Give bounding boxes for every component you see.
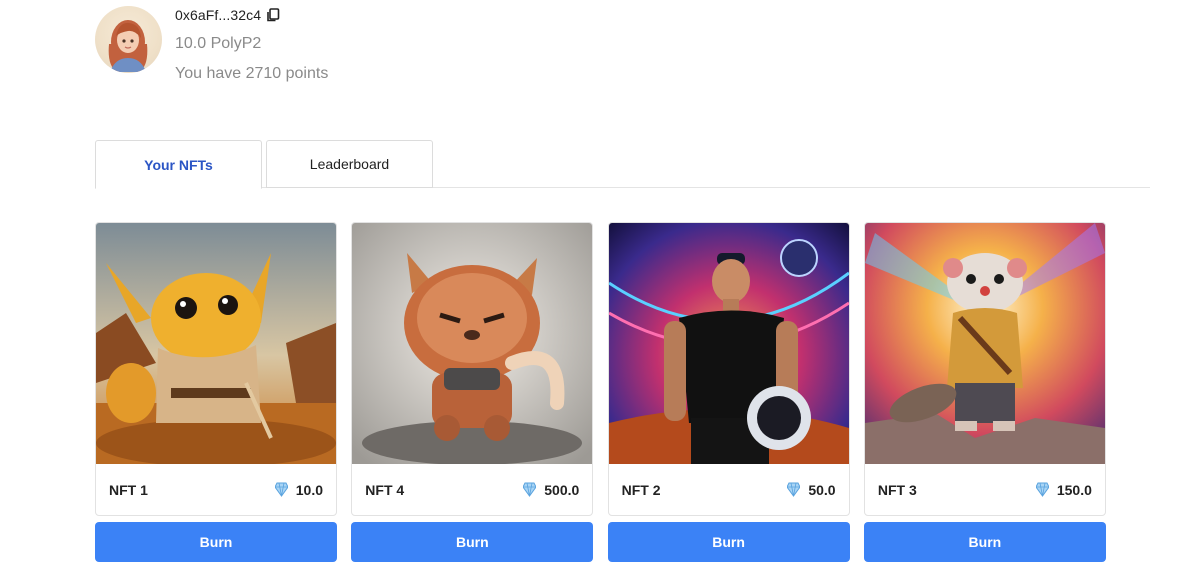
nft-card: NFT 3 150.0 Burn — [863, 222, 1106, 562]
avatar — [95, 6, 162, 73]
nft-name: NFT 1 — [109, 481, 148, 498]
burn-button[interactable]: Burn — [863, 522, 1106, 562]
tab-bar: Your NFTs Leaderboard — [95, 140, 1150, 189]
nft-grid: NFT 1 10.0 Burn NFT 4 500.0 Burn NFT 2 5… — [95, 222, 1106, 562]
profile-header: 0x6aFf...32c4 10.0 PolyP2 You have 2710 … — [95, 6, 328, 85]
nft-card-footer: NFT 2 50.0 — [609, 464, 849, 515]
nft-card-body[interactable]: NFT 2 50.0 — [607, 222, 850, 516]
token-balance: 10.0 PolyP2 — [175, 35, 262, 52]
nft-card: NFT 1 10.0 Burn — [95, 222, 337, 562]
burn-button[interactable]: Burn — [95, 522, 337, 562]
profile-info: 0x6aFf...32c4 10.0 PolyP2 You have 2710 … — [175, 6, 328, 85]
diamond-icon — [1035, 482, 1049, 497]
diamond-icon — [523, 482, 537, 497]
nft-card-footer: NFT 3 150.0 — [865, 464, 1105, 515]
nft-name: NFT 4 — [365, 481, 405, 498]
points-text: You have 2710 points — [175, 65, 329, 82]
nft-image — [608, 223, 849, 464]
nft-card-footer: NFT 1 10.0 — [96, 464, 336, 515]
address-row: 0x6aFf...32c4 — [175, 5, 328, 25]
nft-price: 150.0 — [1035, 481, 1092, 498]
tab-your-nfts[interactable]: Your NFTs — [95, 140, 262, 189]
tab-leaderboard[interactable]: Leaderboard — [266, 140, 433, 188]
nft-card-body[interactable]: NFT 4 500.0 — [351, 222, 594, 516]
nft-name: NFT 2 — [621, 481, 661, 498]
wallet-address: 0x6aFf...32c4 — [175, 7, 262, 23]
nft-image — [864, 223, 1105, 464]
nft-image — [96, 223, 336, 464]
nft-card-footer: NFT 4 500.0 — [352, 464, 592, 515]
diamond-icon — [274, 482, 288, 497]
nft-name: NFT 3 — [877, 481, 917, 498]
nft-price-value: 50.0 — [808, 481, 836, 498]
diamond-icon — [787, 482, 801, 497]
copy-icon[interactable] — [266, 8, 280, 22]
nft-price-value: 500.0 — [544, 481, 580, 498]
nft-price: 500.0 — [523, 482, 579, 498]
nft-card-body[interactable]: NFT 3 150.0 — [863, 222, 1106, 516]
nft-card: NFT 4 500.0 Burn — [351, 222, 594, 562]
nft-price-value: 10.0 — [295, 481, 323, 498]
nft-image — [352, 223, 593, 464]
burn-button[interactable]: Burn — [607, 522, 850, 562]
nft-price: 50.0 — [787, 481, 836, 498]
nft-card-body[interactable]: NFT 1 10.0 — [95, 222, 337, 516]
nft-card: NFT 2 50.0 Burn — [607, 222, 850, 562]
burn-button[interactable]: Burn — [351, 522, 594, 562]
nft-price-value: 150.0 — [1056, 481, 1092, 498]
nft-price: 10.0 — [274, 481, 323, 498]
